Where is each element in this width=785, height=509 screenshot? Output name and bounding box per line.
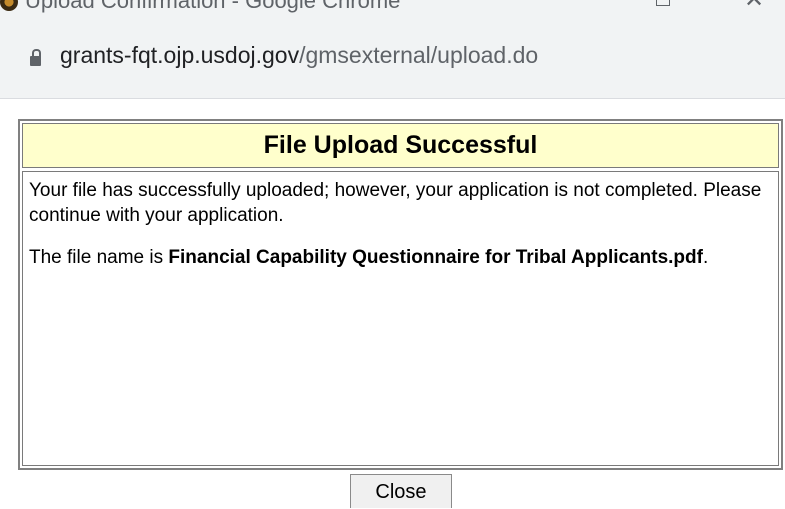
status-message: Your file has successfully uploaded; how… [29,180,762,226]
file-name-prefix: The file name is [29,247,169,268]
panel-body: Your file has successfully uploaded; how… [22,171,779,466]
file-name: Financial Capability Questionnaire for T… [168,247,703,268]
file-name-message: The file name is Financial Capability Qu… [29,245,772,270]
lock-icon[interactable] [30,49,41,66]
close-button[interactable]: Close [350,474,452,508]
browser-title-bar: Upload Confirmation - Google Chrome ✕ [0,0,785,28]
address-bar[interactable]: grants-fqt.ojp.usdoj.gov/gmsexternal/upl… [0,28,785,99]
maximize-icon[interactable] [656,0,670,6]
upload-confirmation-panel: File Upload Successful Your file has suc… [18,119,783,470]
url-path: /gmsexternal/upload.do [299,42,539,68]
window-title: Upload Confirmation - Google Chrome [25,0,401,13]
url-text[interactable]: grants-fqt.ojp.usdoj.gov/gmsexternal/upl… [60,42,538,69]
panel-header: File Upload Successful [22,123,779,168]
site-favicon-icon [0,0,18,11]
url-domain: grants-fqt.ojp.usdoj.gov [60,42,300,68]
file-name-suffix: . [702,247,709,268]
window-close-icon[interactable]: ✕ [744,0,764,14]
